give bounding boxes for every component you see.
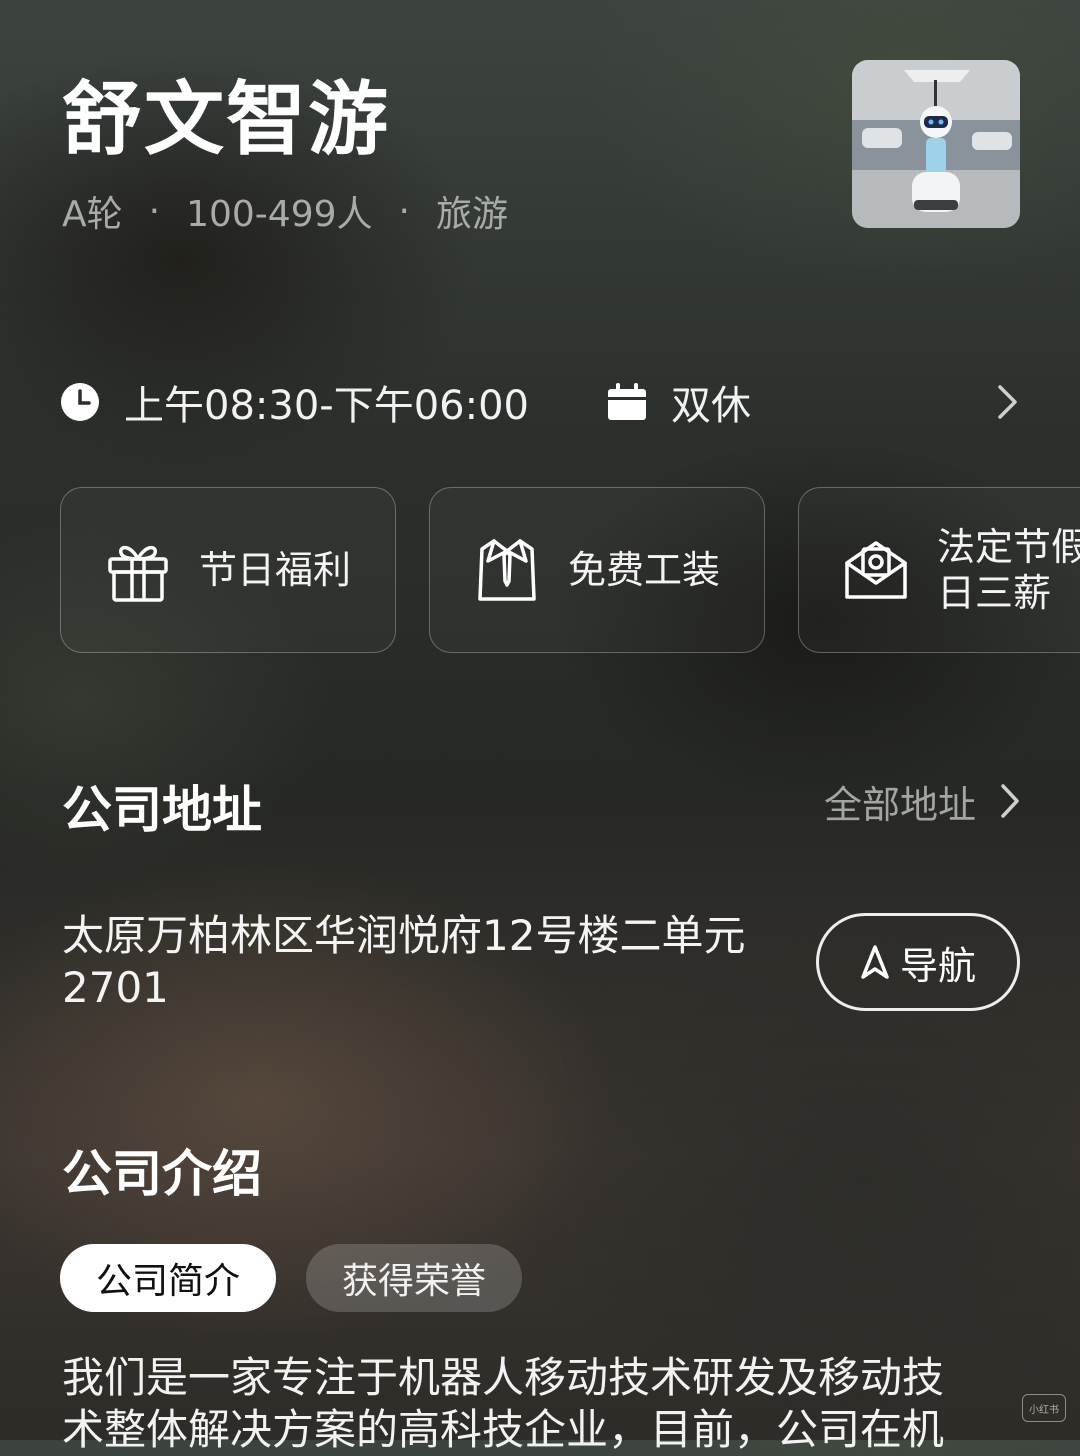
funding-stage: A轮	[62, 194, 123, 235]
company-name: 舒文智游	[62, 73, 390, 166]
benefit-label: 节日福利	[199, 548, 352, 592]
robot-photo-icon	[852, 60, 1020, 228]
work-hours: 上午08:30-下午06:00	[124, 383, 529, 429]
company-size: 100-499人	[186, 194, 373, 235]
meta-separator: ·	[148, 190, 161, 232]
calendar-icon	[607, 383, 646, 420]
benefit-card-festival[interactable]: 节日福利	[60, 487, 396, 653]
clock-icon	[61, 383, 99, 421]
benefit-card-holiday-pay[interactable]: 法定节假 日三薪	[798, 487, 1080, 653]
company-industry: 旅游	[435, 194, 508, 235]
chevron-right-icon	[1001, 784, 1019, 818]
gift-icon	[108, 545, 168, 602]
intro-section-title: 公司介绍	[62, 1145, 262, 1203]
benefit-label: 法定节假 日三薪	[937, 525, 1080, 615]
all-addresses-label: 全部地址	[823, 782, 976, 827]
chevron-right-icon	[998, 385, 1017, 419]
intro-text: 我们是一家专注于机器人移动技术研发及移动技 术整体解决方案的高科技企业，目前，公…	[62, 1353, 945, 1454]
benefit-label: 免费工装	[568, 548, 721, 592]
tab-honors[interactable]: 获得荣誉	[306, 1244, 522, 1312]
company-logo-image[interactable]	[852, 60, 1020, 228]
watermark-logo: 小红书	[1022, 1394, 1066, 1422]
uniform-icon	[478, 539, 536, 601]
navigation-arrow-icon	[861, 945, 889, 979]
benefit-card-uniform[interactable]: 免费工装	[429, 487, 765, 653]
all-addresses-link[interactable]: 全部地址	[823, 776, 1020, 827]
rest-days: 双休	[670, 383, 751, 429]
navigate-label: 导航	[899, 943, 976, 988]
envelope-icon	[845, 541, 907, 599]
address-section-title: 公司地址	[62, 781, 262, 839]
navigate-button[interactable]: 导航	[816, 913, 1020, 1011]
address-text: 太原万柏林区华润悦府12号楼二单元2701	[62, 911, 746, 1012]
tab-company-profile[interactable]: 公司简介	[60, 1244, 276, 1312]
company-meta: A轮 · 100-499人 · 旅游	[62, 186, 508, 236]
meta-separator: ·	[398, 190, 410, 232]
work-schedule-row[interactable]: 上午08:30-下午06:00 双休	[60, 372, 1020, 432]
